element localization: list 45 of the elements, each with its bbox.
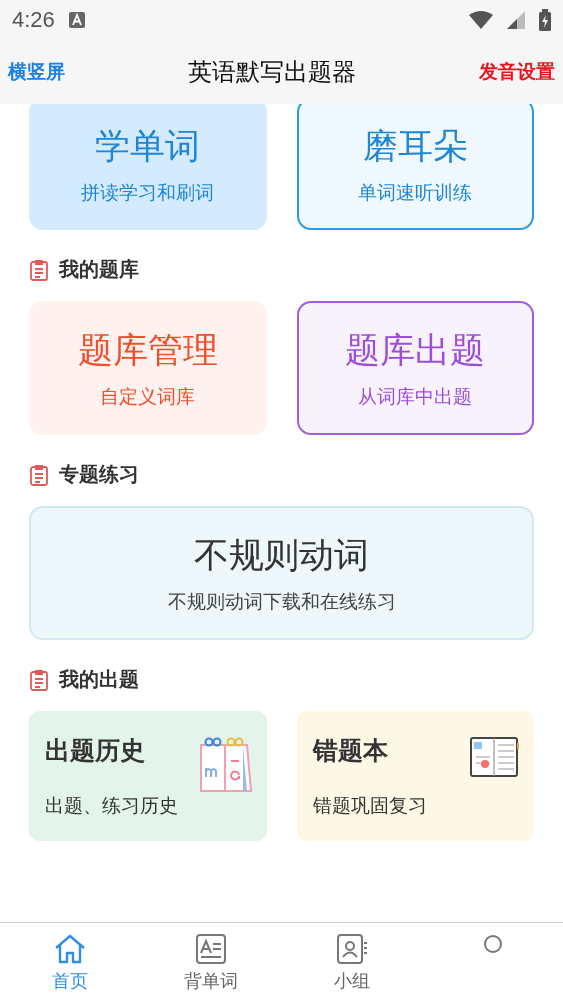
list-icon: [29, 258, 49, 281]
contact-icon: [335, 933, 368, 965]
card-title: 出题历史: [45, 734, 145, 767]
tab-label: 小组: [333, 969, 370, 993]
card-title: 题库出题: [345, 328, 486, 372]
menu-card[interactable]: 题库出题 从词库中出题: [296, 301, 534, 435]
card-subtitle: 出题、练习历史: [45, 792, 179, 818]
rotate-screen-link[interactable]: 横竖屏: [8, 59, 65, 85]
signal-icon: [507, 11, 525, 29]
card-subtitle: 不规则动词下载和在线练习: [167, 588, 396, 614]
menu-card[interactable]: 出题历史 出题、练习历史: [29, 711, 267, 841]
section-heading: 专题练习: [59, 461, 139, 488]
tab-label: 背单词: [184, 969, 239, 993]
list-icon: [29, 668, 49, 691]
card-subtitle: 自定义词库: [100, 383, 196, 409]
pronunciation-settings-link[interactable]: 发音设置: [479, 59, 555, 85]
menu-card[interactable]: 题库管理 自定义词库: [29, 301, 267, 435]
menu-card[interactable]: 磨耳朵 单词速听训练: [296, 104, 534, 230]
menu-card[interactable]: 学单词 拼读学习和刷词: [29, 104, 267, 230]
card-title: 学单词: [95, 124, 201, 168]
nav-tab[interactable]: 背单词: [140, 923, 282, 1002]
notebook-icon: [470, 737, 520, 777]
section-heading: 我的出题: [59, 666, 139, 693]
battery-icon: [539, 9, 551, 31]
keyboard-notification-icon: [68, 12, 85, 28]
nav-tab[interactable]: 首页: [0, 923, 141, 1002]
card-title: 磨耳朵: [362, 124, 468, 168]
card-title: 错题本: [312, 734, 388, 767]
card-subtitle: 从词库中出题: [358, 383, 473, 409]
nav-tab[interactable]: 小组: [281, 923, 423, 1002]
wifi-icon: [469, 11, 493, 29]
calendar-icon: [198, 737, 253, 793]
card-title: 不规则动词: [194, 533, 369, 577]
card-icon: [195, 933, 228, 965]
menu-card[interactable]: 错题本 错题巩固复习: [296, 711, 534, 841]
card-subtitle: 单词速听训练: [358, 179, 473, 205]
tab-label: 首页: [52, 969, 89, 993]
status-time: 4:26: [12, 7, 55, 33]
list-icon: [29, 463, 49, 486]
card-subtitle: 错题巩固复习: [312, 792, 428, 818]
app-title: 英语默写出题器: [188, 57, 356, 88]
card-subtitle: 拼读学习和刷词: [81, 179, 215, 205]
section-heading: 我的题库: [59, 256, 139, 283]
card-title: 题库管理: [77, 328, 218, 372]
menu-card[interactable]: 不规则动词 不规则动词下载和在线练习: [29, 506, 534, 640]
